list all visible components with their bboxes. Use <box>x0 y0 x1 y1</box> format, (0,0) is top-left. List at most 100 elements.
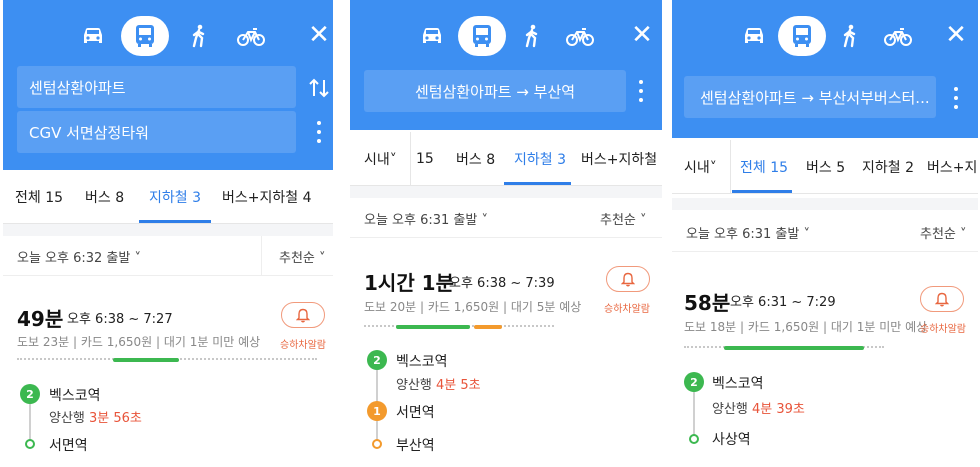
mode-walk[interactable] <box>179 16 219 56</box>
route-line <box>29 400 31 442</box>
route-time-range: 오후 6:38 ~ 7:27 <box>67 312 173 327</box>
subway-line2-segment <box>396 325 470 329</box>
route-meta: 도보 20분 | 카드 1,650원 | 대기 5분 예상 <box>364 300 582 314</box>
line-badge: 2 <box>20 384 40 404</box>
arrival-time: 4분 39초 <box>752 402 805 417</box>
filter-select[interactable]: 시내˅ <box>364 132 397 186</box>
transport-modes <box>412 16 642 56</box>
alight-station: 부산역 <box>396 438 435 454</box>
route-summary-field[interactable]: 센텀삼환아파트 → 부산서부버스터... <box>684 76 936 118</box>
active-tab-indicator <box>732 190 792 193</box>
subway-line2-segment <box>113 358 179 362</box>
route-tabs: 전체 15 버스 8 지하철 3 버스+지하철 4 <box>3 170 333 224</box>
walk-icon <box>525 24 538 48</box>
alarm-button[interactable] <box>606 266 650 292</box>
search-header: ✕ 센텀삼환아파트 CGV 서면삼정타워 <box>3 0 333 170</box>
tab-all[interactable]: 전체 15 <box>15 170 63 224</box>
mode-bike[interactable] <box>560 16 600 56</box>
mode-walk[interactable] <box>830 16 870 56</box>
departure-time-select[interactable]: 오늘 오후 6:32 출발 ˅ <box>17 236 141 276</box>
tab-bus[interactable]: 버스 8 <box>456 132 495 186</box>
mode-bike[interactable] <box>878 16 918 56</box>
close-icon[interactable]: ✕ <box>941 20 971 50</box>
departure-time-select[interactable]: 오늘 오후 6:31 출발 ˅ <box>686 212 810 252</box>
alight-station: 서면역 <box>49 438 88 454</box>
route-line <box>693 390 695 436</box>
route-meta: 도보 23분 | 카드 1,650원 | 대기 1분 미만 예상 <box>17 335 261 349</box>
alight-station: 사상역 <box>712 432 751 448</box>
tab-all[interactable]: 15 <box>416 132 434 186</box>
divider <box>261 236 262 276</box>
departure-time-select[interactable]: 오늘 오후 6:31 출발 ˅ <box>364 198 488 238</box>
route-summary-field[interactable]: 센텀삼환아파트 → 부산역 <box>364 70 626 112</box>
tab-bus-subway[interactable]: 버스+지하 <box>927 140 978 194</box>
route-meta: 도보 18분 | 카드 1,650원 | 대기 1분 미만 예상 <box>684 320 928 334</box>
direction: 양산행 <box>712 402 748 417</box>
more-vertical-icon[interactable] <box>631 77 651 105</box>
mode-walk[interactable] <box>512 16 552 56</box>
swap-icon[interactable] <box>307 76 331 100</box>
route-tabs: 시내˅ 15 버스 8 지하철 3 버스+지하철 4 <box>350 132 662 186</box>
tab-subway[interactable]: 지하철 2 <box>862 140 914 194</box>
sort-select[interactable]: 추천순 ˅ <box>920 212 967 252</box>
tab-bus-subway[interactable]: 버스+지하철 4 <box>581 132 662 186</box>
bike-icon <box>566 28 594 46</box>
direction: 양산행 <box>49 411 85 426</box>
bell-icon <box>621 272 635 287</box>
alight-marker <box>372 439 382 449</box>
route-time-range: 오후 6:38 ~ 7:39 <box>449 276 555 291</box>
line-badge-1: 1 <box>367 401 387 421</box>
alarm-label: 승하차알람 <box>604 304 650 315</box>
transport-modes <box>73 16 303 56</box>
separator <box>3 224 333 236</box>
mode-transit[interactable] <box>121 16 169 56</box>
tab-bus[interactable]: 버스 5 <box>806 140 845 194</box>
sort-select[interactable]: 추천순 ˅ <box>600 198 647 238</box>
bike-icon <box>237 28 265 46</box>
more-vertical-icon[interactable] <box>946 84 966 112</box>
bus-icon <box>793 25 811 47</box>
directions-panel-3: ✕ 센텀삼환아파트 → 부산서부버스터... 시내˅ 전체 15 버스 5 지하… <box>672 0 978 467</box>
divider <box>730 140 731 194</box>
walk-icon <box>192 24 205 48</box>
separator <box>350 186 662 198</box>
line-badge: 2 <box>684 372 704 392</box>
alight-marker <box>689 434 699 444</box>
close-icon[interactable]: ✕ <box>627 20 657 50</box>
tab-bus-subway[interactable]: 버스+지하철 4 <box>222 170 312 224</box>
bell-icon <box>935 292 949 307</box>
alarm-label: 승하차알람 <box>920 324 966 335</box>
route-progress-bar <box>364 325 656 329</box>
tab-bus[interactable]: 버스 8 <box>85 170 124 224</box>
tab-subway[interactable]: 지하철 3 <box>149 170 201 224</box>
alarm-button[interactable] <box>920 286 964 312</box>
subway-line2-segment <box>724 346 864 350</box>
search-header: ✕ 센텀삼환아파트 → 부산서부버스터... <box>672 0 978 138</box>
mode-bike[interactable] <box>231 16 271 56</box>
mode-car[interactable] <box>73 16 113 56</box>
transport-modes <box>734 16 964 56</box>
alarm-label: 승하차알람 <box>280 340 326 351</box>
mode-car[interactable] <box>412 16 452 56</box>
transfer-station: 서면역 <box>396 405 435 421</box>
active-tab-indicator <box>504 182 571 185</box>
close-icon[interactable]: ✕ <box>304 20 333 50</box>
more-vertical-icon[interactable] <box>309 118 329 146</box>
active-tab-indicator <box>139 220 211 223</box>
alight-marker <box>25 439 35 449</box>
tab-all[interactable]: 전체 15 <box>740 140 788 194</box>
board-station: 벡스코역 <box>712 376 764 392</box>
directions-panel-2: ✕ 센텀삼환아파트 → 부산역 시내˅ 15 버스 8 지하철 3 버스+지하철… <box>350 0 662 467</box>
mode-transit[interactable] <box>778 16 826 56</box>
alarm-button[interactable] <box>281 302 325 328</box>
car-icon <box>423 28 441 43</box>
destination-field[interactable]: CGV 서면삼정타워 <box>17 111 296 153</box>
bike-icon <box>884 28 912 46</box>
tab-subway[interactable]: 지하철 3 <box>514 132 566 186</box>
route-duration: 49분 <box>17 307 64 331</box>
filter-select[interactable]: 시내˅ <box>684 140 717 194</box>
sort-select[interactable]: 추천순 ˅ <box>279 236 326 276</box>
origin-field[interactable]: 센텀삼환아파트 <box>17 66 296 108</box>
mode-car[interactable] <box>734 16 774 56</box>
mode-transit[interactable] <box>458 16 506 56</box>
